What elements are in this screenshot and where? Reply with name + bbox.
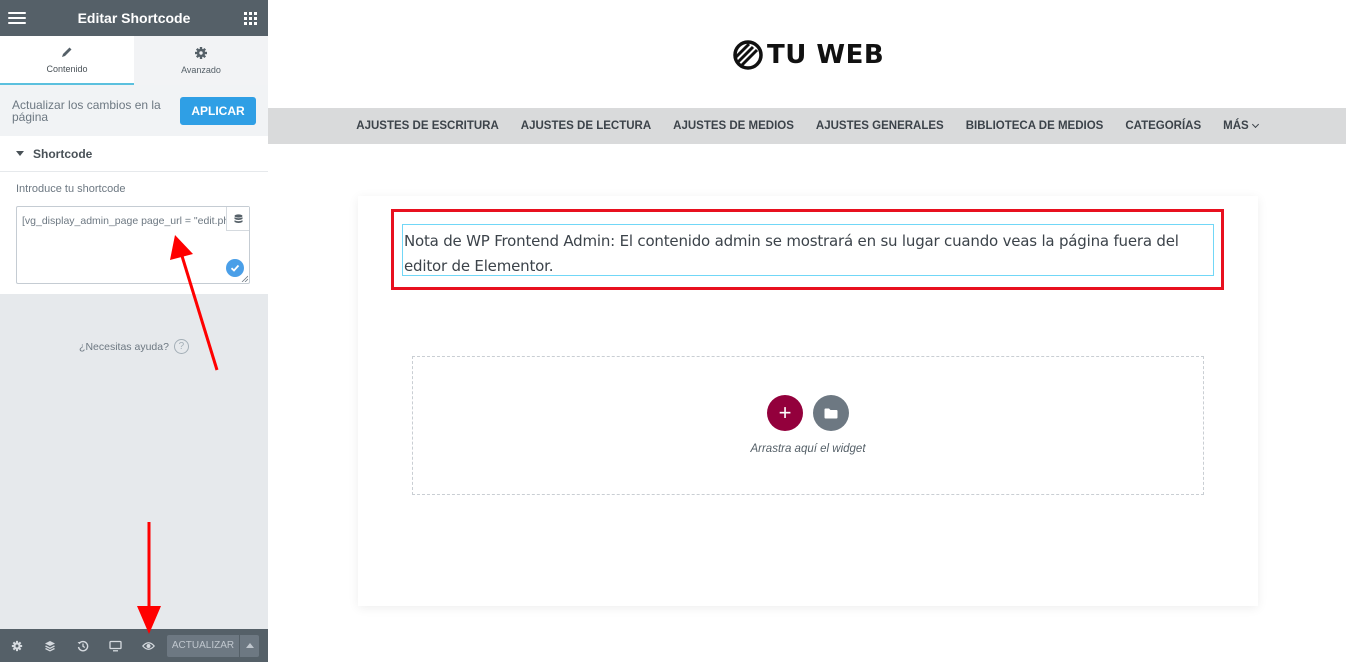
- gear-icon: [11, 640, 22, 651]
- tab-contenido[interactable]: Contenido: [0, 36, 134, 85]
- database-icon: [234, 213, 242, 223]
- gear-icon: [195, 47, 207, 59]
- widget-drop-zone[interactable]: + Arrastra aquí el widget: [412, 356, 1204, 495]
- nav-item-mas[interactable]: MÁS: [1223, 120, 1259, 132]
- logo-text: TU WEB: [767, 40, 885, 70]
- add-template-button[interactable]: [813, 395, 849, 431]
- drop-zone-text: Arrastra aquí el widget: [750, 443, 866, 455]
- tab-label: Contenido: [46, 64, 88, 74]
- dynamic-tags-button[interactable]: [226, 207, 249, 231]
- responsive-icon: [109, 640, 122, 651]
- add-section-button[interactable]: +: [767, 395, 803, 431]
- apply-text: Actualizar los cambios en la página: [12, 97, 161, 124]
- chevron-down-icon: [1251, 120, 1259, 129]
- section-title: Shortcode: [33, 146, 93, 161]
- nav-item-categorias[interactable]: CATEGORÍAS: [1125, 120, 1201, 132]
- shortcode-field: [vg_display_admin_page page_url = "edit.…: [16, 206, 250, 284]
- tab-avanzado[interactable]: Avanzado: [134, 36, 268, 85]
- site-logo[interactable]: TU WEB: [733, 40, 884, 70]
- nav-item-biblioteca[interactable]: BIBLIOTECA DE MEDIOS: [966, 120, 1104, 132]
- navigator-button[interactable]: [33, 629, 66, 662]
- help-text: ¿Necesitas ayuda?: [79, 340, 169, 353]
- logo-mark-icon: [733, 40, 763, 70]
- shortcode-widget-note[interactable]: Nota de WP Frontend Admin: El contenido …: [402, 224, 1214, 276]
- caret-down-icon: [16, 151, 24, 156]
- nav-item-mas-label: MÁS: [1223, 120, 1249, 132]
- history-button[interactable]: [66, 629, 99, 662]
- apply-button[interactable]: APLICAR: [180, 96, 256, 125]
- page-preview: TU WEB AJUSTES DE ESCRITURA AJUSTES DE L…: [268, 0, 1346, 662]
- resize-handle-icon[interactable]: [241, 275, 248, 282]
- preview-eye-icon: [142, 641, 155, 650]
- nav-item-generales[interactable]: AJUSTES GENERALES: [816, 120, 944, 132]
- update-options-button[interactable]: [239, 634, 259, 657]
- nav-item-medios[interactable]: AJUSTES DE MEDIOS: [673, 120, 794, 132]
- hamburger-menu-icon[interactable]: [8, 9, 26, 27]
- responsive-mode-button[interactable]: [99, 629, 132, 662]
- preview-button[interactable]: [132, 629, 165, 662]
- section-body: Introduce tu shortcode [vg_display_admin…: [0, 172, 268, 294]
- panel-header: Editar Shortcode: [0, 0, 268, 36]
- shortcode-input[interactable]: [vg_display_admin_page page_url = "edit.…: [17, 207, 249, 283]
- update-button[interactable]: ACTUALIZAR: [167, 634, 239, 657]
- shortcode-field-label: Introduce tu shortcode: [16, 183, 126, 195]
- help-link[interactable]: ¿Necesitas ayuda? ?: [0, 339, 268, 354]
- site-nav: AJUSTES DE ESCRITURA AJUSTES DE LECTURA …: [268, 108, 1346, 144]
- nav-item-escritura[interactable]: AJUSTES DE ESCRITURA: [356, 120, 499, 132]
- folder-icon: [824, 408, 838, 418]
- panel-tabs: Contenido Avanzado: [0, 36, 268, 85]
- layers-icon: [44, 640, 55, 652]
- nav-item-lectura[interactable]: AJUSTES DE LECTURA: [521, 120, 651, 132]
- tab-label: Avanzado: [181, 65, 221, 75]
- section-toggle-shortcode[interactable]: Shortcode: [0, 136, 268, 172]
- history-icon: [77, 640, 88, 651]
- caret-up-icon: [245, 643, 254, 648]
- apply-bar: Actualizar los cambios en la página APLI…: [0, 85, 268, 136]
- panel-title: Editar Shortcode: [77, 10, 191, 26]
- editor-panel: Editar Shortcode Contenido Avanzado Actu…: [0, 0, 268, 662]
- widgets-grid-icon[interactable]: [244, 12, 257, 25]
- question-circle-icon: ?: [173, 339, 189, 354]
- panel-footer: ACTUALIZAR: [0, 629, 268, 662]
- pencil-icon: [62, 47, 72, 57]
- settings-button[interactable]: [0, 629, 33, 662]
